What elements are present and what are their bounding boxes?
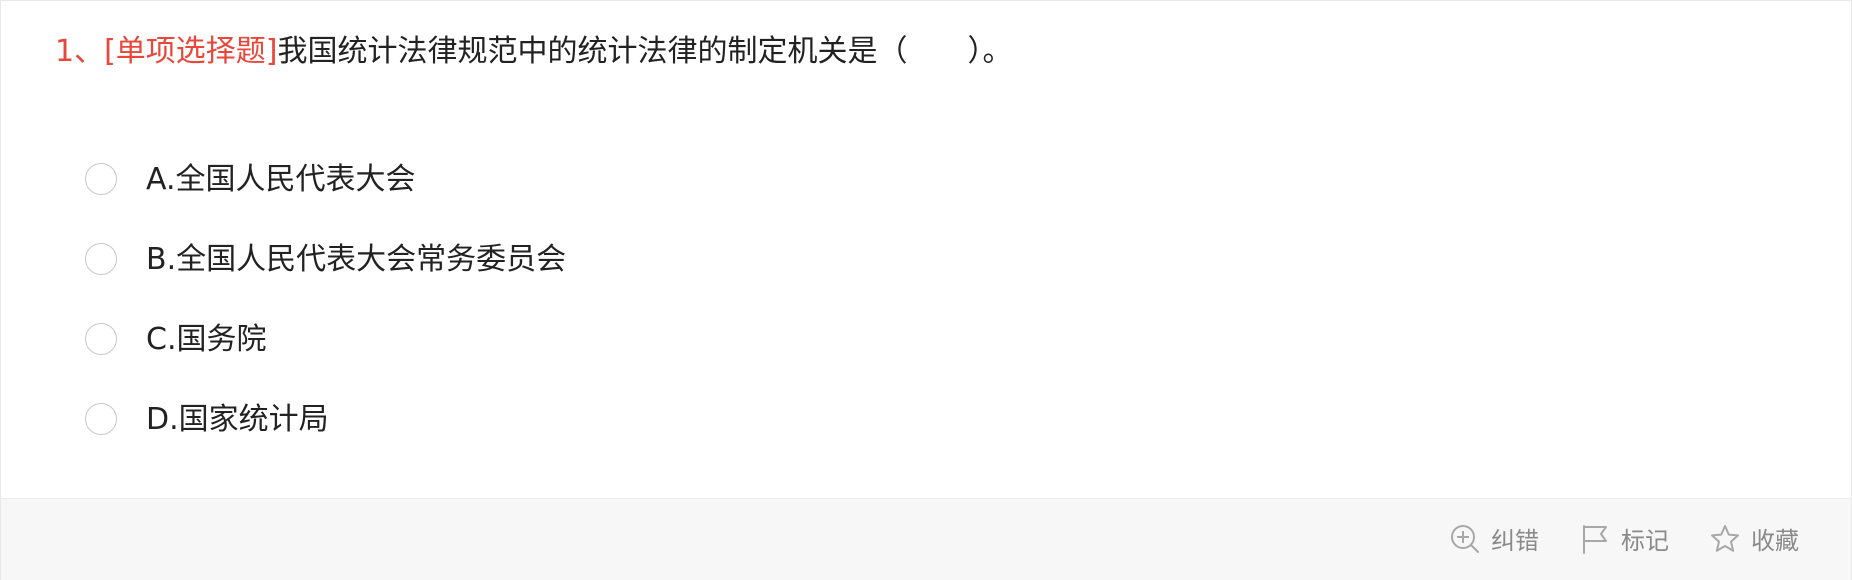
option-c[interactable]: C.国务院 <box>85 299 566 379</box>
report-error-label: 纠错 <box>1491 527 1539 555</box>
question-type: [单项选择题] <box>104 34 278 69</box>
flag-icon <box>1583 524 1607 554</box>
favorite-label: 收藏 <box>1751 527 1799 555</box>
option-label: C.国务院 <box>146 322 267 357</box>
option-d[interactable]: D.国家统计局 <box>85 379 566 459</box>
mark-label: 标记 <box>1621 527 1669 555</box>
radio-button[interactable] <box>85 163 117 195</box>
footer-actions: 纠错 标记 收藏 <box>1409 521 1799 556</box>
zoom-in-icon <box>1451 524 1479 553</box>
star-icon <box>1711 524 1739 552</box>
radio-button[interactable] <box>85 243 117 275</box>
report-error-button[interactable]: 纠错 <box>1449 521 1539 556</box>
option-label: A.全国人民代表大会 <box>146 162 416 197</box>
radio-button[interactable] <box>85 323 117 355</box>
question-number: 1、 <box>55 34 105 69</box>
question-stem: 1、[单项选择题]我国统计法律规范中的统计法律的制定机关是（ ）。 <box>55 31 1013 73</box>
option-a[interactable]: A.全国人民代表大会 <box>85 139 566 219</box>
radio-button[interactable] <box>85 403 117 435</box>
options-list: A.全国人民代表大会 B.全国人民代表大会常务委员会 C.国务院 D.国家统计局 <box>85 139 566 459</box>
option-label: D.国家统计局 <box>146 402 329 437</box>
question-card: 1、[单项选择题]我国统计法律规范中的统计法律的制定机关是（ ）。 A.全国人民… <box>0 0 1852 580</box>
option-b[interactable]: B.全国人民代表大会常务委员会 <box>85 219 566 299</box>
option-label: B.全国人民代表大会常务委员会 <box>146 242 567 277</box>
favorite-button[interactable]: 收藏 <box>1709 521 1799 556</box>
question-footer: 纠错 标记 收藏 <box>1 498 1851 580</box>
question-text: 我国统计法律规范中的统计法律的制定机关是（ ）。 <box>277 34 1013 69</box>
mark-button[interactable]: 标记 <box>1579 521 1669 556</box>
